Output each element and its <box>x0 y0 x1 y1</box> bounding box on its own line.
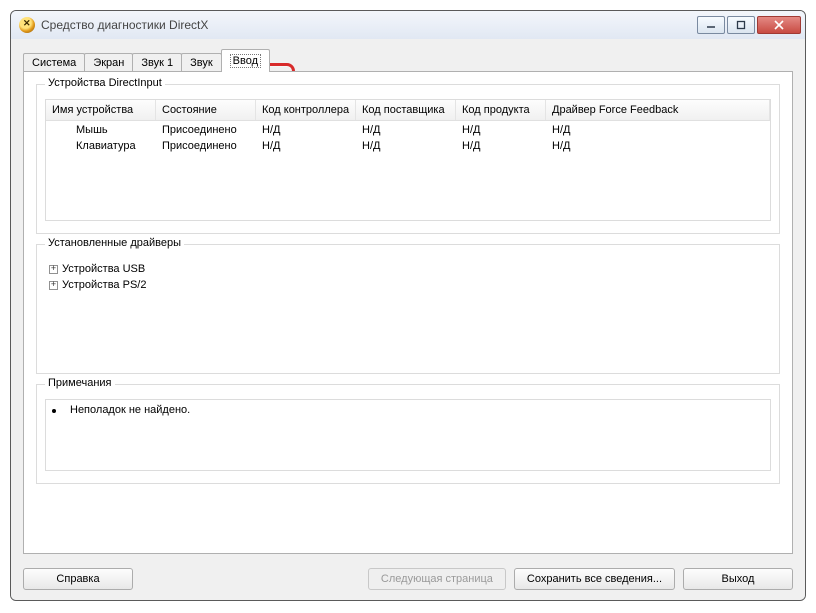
table-row[interactable]: Клавиатура Присоединено Н/Д Н/Д Н/Д Н/Д <box>46 138 770 154</box>
group-directinput-devices: Устройства DirectInput Имя устройства Со… <box>36 84 780 234</box>
tab-page-input: Устройства DirectInput Имя устройства Со… <box>23 71 793 554</box>
note-text: Неполадок не найдено. <box>70 404 190 416</box>
window-title: Средство диагностики DirectX <box>41 18 697 32</box>
expand-icon[interactable] <box>49 281 58 290</box>
bullet-icon <box>52 409 56 413</box>
col-product[interactable]: Код продукта <box>456 100 546 120</box>
col-vendor[interactable]: Код поставщика <box>356 100 456 120</box>
col-ff[interactable]: Драйвер Force Feedback <box>546 100 770 120</box>
save-all-button[interactable]: Сохранить все сведения... <box>514 568 675 590</box>
notes-textbox[interactable]: Неполадок не найдено. <box>45 399 771 471</box>
tree-node-usb[interactable]: Устройства USB <box>49 261 771 277</box>
tab-input[interactable]: Ввод <box>221 49 270 72</box>
devices-header-row: Имя устройства Состояние Код контроллера… <box>46 100 770 121</box>
devices-listview[interactable]: Имя устройства Состояние Код контроллера… <box>45 99 771 221</box>
tree-node-ps2[interactable]: Устройства PS/2 <box>49 277 771 293</box>
group-notes-title: Примечания <box>45 377 115 389</box>
exit-button[interactable]: Выход <box>683 568 793 590</box>
group-notes: Примечания Неполадок не найдено. <box>36 384 780 484</box>
tab-display[interactable]: Экран <box>84 53 133 71</box>
tab-system[interactable]: Система <box>23 53 85 71</box>
group-drivers-title: Установленные драйверы <box>45 237 184 249</box>
table-row[interactable]: Мышь Присоединено Н/Д Н/Д Н/Д Н/Д <box>46 122 770 138</box>
window-frame: Средство диагностики DirectX Система Экр… <box>10 10 806 601</box>
help-button[interactable]: Справка <box>23 568 133 590</box>
col-state[interactable]: Состояние <box>156 100 256 120</box>
col-device-name[interactable]: Имя устройства <box>46 100 156 120</box>
minimize-button[interactable] <box>697 16 725 34</box>
dxdiag-icon <box>19 17 35 33</box>
tab-strip: Система Экран Звук 1 Звук Ввод <box>23 49 793 71</box>
expand-icon[interactable] <box>49 265 58 274</box>
next-page-button: Следующая страница <box>368 568 506 590</box>
group-devices-title: Устройства DirectInput <box>45 77 165 89</box>
col-controller[interactable]: Код контроллера <box>256 100 356 120</box>
titlebar[interactable]: Средство диагностики DirectX <box>11 11 805 40</box>
tab-sound[interactable]: Звук <box>181 53 222 71</box>
maximize-button[interactable] <box>727 16 755 34</box>
group-installed-drivers: Установленные драйверы Устройства USB Ус… <box>36 244 780 374</box>
drivers-tree[interactable]: Устройства USB Устройства PS/2 <box>45 259 771 293</box>
tab-sound1[interactable]: Звук 1 <box>132 53 182 71</box>
button-bar: Справка Следующая страница Сохранить все… <box>23 568 793 590</box>
close-button[interactable] <box>757 16 801 34</box>
